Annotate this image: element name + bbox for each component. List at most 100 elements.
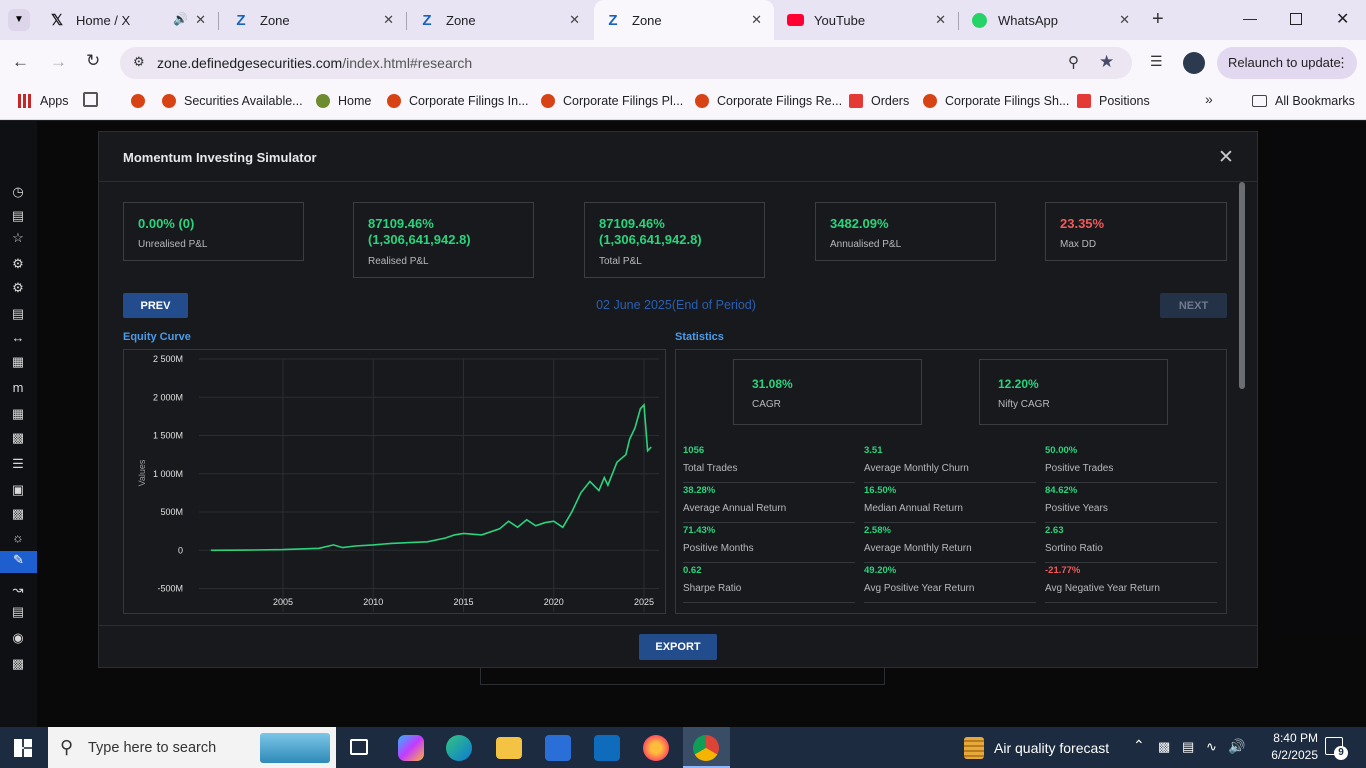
profile-avatar[interactable] — [1183, 52, 1205, 74]
next-button[interactable]: NEXT — [1160, 293, 1227, 318]
tab-zone-1[interactable]: Z Zone ✕ — [222, 0, 407, 40]
bulb-icon[interactable]: ☼ — [9, 529, 27, 547]
zoom-icon[interactable]: ⚲ — [1068, 53, 1079, 71]
clock[interactable]: 8:40 PM 6/2/2025 — [1258, 730, 1318, 764]
file-explorer-icon[interactable] — [496, 737, 522, 759]
lock-icon[interactable]: ▩ — [9, 655, 27, 673]
bookmarks-overflow-icon[interactable]: » — [1205, 91, 1213, 107]
tab-zone-2[interactable]: Z Zone ✕ — [408, 0, 592, 40]
bookmark-item[interactable]: Orders — [849, 92, 909, 110]
tray-chevron-icon[interactable]: ⌃ — [1133, 737, 1145, 754]
all-bookmarks[interactable]: All Bookmarks — [1252, 92, 1355, 110]
address-bar[interactable]: ⚙ zone.definedgesecurities.com/index.htm… — [120, 47, 1132, 79]
firefox-icon[interactable] — [643, 735, 669, 761]
bookmark-item[interactable]: Corporate Filings Sh... — [923, 92, 1069, 110]
edge-icon[interactable] — [446, 735, 472, 761]
copilot-icon[interactable] — [398, 735, 424, 761]
stat-value: 2.63 — [1045, 525, 1064, 536]
bar-chart-icon[interactable]: ▤ — [9, 603, 27, 621]
bookmark-apps[interactable]: Apps — [18, 92, 69, 110]
close-tab-icon[interactable]: ✕ — [1119, 12, 1130, 28]
meet-now-icon[interactable]: ▩ — [1158, 739, 1170, 755]
chart-icon[interactable]: ▤ — [9, 207, 27, 225]
bookmark-item[interactable]: Positions — [1077, 92, 1150, 110]
module-icon[interactable]: m — [9, 379, 27, 397]
speaker-icon[interactable]: 🔊 — [173, 12, 188, 26]
bookmark-item[interactable] — [131, 92, 153, 110]
reload-icon[interactable]: ↻ — [86, 51, 100, 71]
modal-scrollbar[interactable] — [1239, 182, 1245, 389]
bookmark-item[interactable]: Corporate Filings Re... — [695, 92, 842, 110]
site-info-icon[interactable]: ⚙ — [133, 54, 145, 70]
research-icon[interactable]: ✎ — [0, 551, 37, 573]
range-icon[interactable]: ↔ — [9, 329, 27, 347]
cagr-label: CAGR — [752, 399, 781, 410]
table-icon[interactable]: ▦ — [9, 405, 27, 423]
left-navigation: ◷ ▤ ☆ ⚙ ⚙ ▤ ↔ ▦ m ▦ ▩ ☰ ▣ ▩ ☼ ✎ ↝ ▤ ◉ ▩ — [0, 121, 37, 727]
close-tab-icon[interactable]: ✕ — [195, 12, 206, 28]
tab-title: WhatsApp — [998, 12, 1058, 28]
export-button[interactable]: EXPORT — [639, 634, 717, 660]
star-icon[interactable]: ☆ — [9, 229, 27, 247]
minimize-button[interactable]: — — [1243, 10, 1257, 26]
chrome-active-tile[interactable] — [683, 727, 730, 768]
apps-launcher-icon[interactable] — [83, 92, 98, 107]
clipboard-icon[interactable]: ▤ — [9, 305, 27, 323]
weather-widget[interactable]: Air quality forecast — [962, 727, 1122, 768]
display-icon[interactable]: ▤ — [1182, 739, 1194, 755]
url-text: zone.definedgesecurities.com/index.html#… — [157, 55, 472, 71]
bookmark-star-icon[interactable]: ★ — [1099, 52, 1114, 72]
total-pnl-label: Total P&L — [599, 256, 642, 267]
whatsapp-icon — [970, 11, 988, 29]
calendar-icon[interactable]: ▣ — [9, 481, 27, 499]
stat-label: Total Trades — [683, 463, 738, 474]
underlying-panel-edge — [480, 668, 885, 685]
gear-icon[interactable]: ⚙ — [9, 279, 27, 297]
close-tab-icon[interactable]: ✕ — [383, 12, 394, 28]
close-tab-icon[interactable]: ✕ — [569, 12, 580, 28]
tab-home-x[interactable]: 𝕏 Home / X 🔊 ✕ — [38, 0, 219, 40]
new-tab-button[interactable]: + — [1152, 8, 1164, 31]
report-icon[interactable]: ▩ — [9, 505, 27, 523]
bookmark-item[interactable]: Securities Available... — [162, 92, 303, 110]
outlook-icon[interactable] — [594, 735, 620, 761]
close-icon[interactable]: ✕ — [1218, 146, 1234, 169]
close-window-button[interactable]: ✕ — [1336, 9, 1349, 29]
wifi-icon[interactable]: ∿ — [1206, 739, 1217, 755]
relaunch-button[interactable]: Relaunch to update ⋮ — [1217, 47, 1357, 79]
store-icon[interactable] — [545, 735, 571, 761]
tab-youtube[interactable]: YouTube ✕ — [776, 0, 959, 40]
media-controls-icon[interactable]: ☰ — [1150, 53, 1163, 70]
tab-zone-active[interactable]: Z Zone ✕ — [594, 0, 774, 40]
tab-title: Zone — [260, 12, 290, 28]
bookmark-item[interactable]: Corporate Filings Pl... — [541, 92, 683, 110]
x-tick-label: 2005 — [273, 597, 293, 607]
stat-value: 50.00% — [1045, 445, 1078, 456]
trend-icon[interactable]: ↝ — [9, 581, 27, 599]
bookmark-item[interactable]: Corporate Filings In... — [387, 92, 529, 110]
close-tab-icon[interactable]: ✕ — [751, 12, 762, 28]
list-icon[interactable]: ☰ — [9, 455, 27, 473]
cagr-card: 31.08% CAGR — [733, 359, 922, 425]
task-view-icon[interactable] — [350, 739, 368, 755]
max-dd-label: Max DD — [1060, 239, 1097, 250]
palette-icon[interactable]: ◉ — [9, 629, 27, 647]
bookmark-item[interactable]: Home — [316, 92, 371, 110]
back-icon[interactable]: ← — [12, 52, 29, 72]
settings-icon[interactable]: ⚙ — [9, 255, 27, 273]
maximize-button[interactable] — [1290, 13, 1302, 25]
y-tick-label: 2 000M — [153, 392, 183, 402]
taskbar-search[interactable]: ⚲ Type here to search — [48, 727, 336, 768]
prev-button[interactable]: PREV — [123, 293, 188, 318]
volume-icon[interactable]: 🔊 — [1228, 738, 1245, 755]
dashboard-icon[interactable]: ◷ — [9, 183, 27, 201]
scanner-icon[interactable]: ▩ — [9, 429, 27, 447]
notification-icon[interactable]: 9 — [1325, 737, 1348, 760]
zone-icon: Z — [236, 11, 246, 29]
close-tab-icon[interactable]: ✕ — [935, 12, 946, 28]
forward-icon[interactable]: → — [50, 52, 67, 72]
tab-search-button[interactable]: ▼ — [8, 9, 30, 31]
calculator-icon[interactable]: ▦ — [9, 353, 27, 371]
windows-start-icon[interactable] — [14, 739, 32, 757]
tab-whatsapp[interactable]: WhatsApp ✕ — [960, 0, 1142, 40]
